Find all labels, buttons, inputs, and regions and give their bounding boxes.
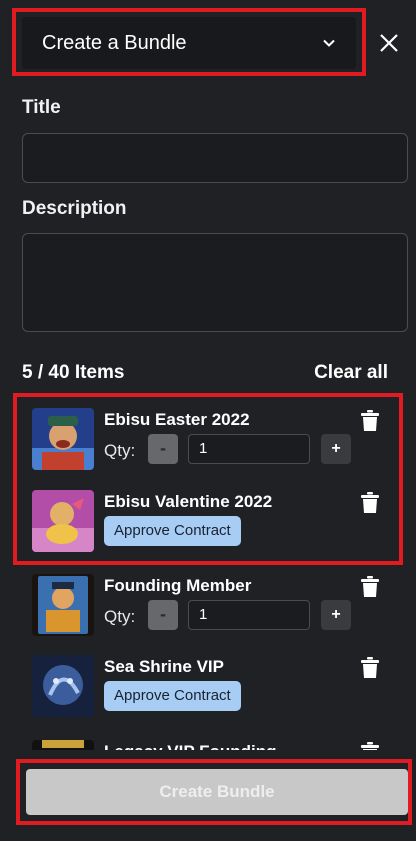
item-name: Legacy VIP Founding <box>104 742 277 750</box>
list-item: Legacy VIP Founding <box>0 740 416 750</box>
item-name: Founding Member <box>104 576 252 595</box>
bundle-mode-label: Create a Bundle <box>42 31 187 54</box>
increase-qty-button[interactable]: + <box>321 600 351 630</box>
title-label: Title <box>22 97 61 118</box>
list-item: Founding Member Qty: - 1 + <box>0 574 416 648</box>
qty-input[interactable]: 1 <box>188 600 310 630</box>
trash-icon[interactable] <box>360 492 380 514</box>
chevron-down-icon <box>323 39 335 47</box>
item-count: 5 / 40 Items <box>22 362 125 383</box>
list-item-partial: Legacy VIP Founding <box>0 740 416 750</box>
trash-icon[interactable] <box>360 657 380 679</box>
qty-label: Qty: <box>104 441 136 460</box>
description-textarea[interactable] <box>22 233 408 332</box>
list-item: Ebisu Valentine 2022 Approve Contract <box>0 490 416 564</box>
item-name: Ebisu Easter 2022 <box>104 410 250 429</box>
nft-thumbnail <box>32 408 94 470</box>
list-item: Sea Shrine VIP Approve Contract <box>0 655 416 729</box>
clear-all-button[interactable]: Clear all <box>314 362 388 384</box>
nft-thumbnail <box>32 655 94 717</box>
trash-icon[interactable] <box>360 742 380 750</box>
nft-thumbnail <box>32 740 94 750</box>
list-item: Ebisu Easter 2022 Qty: - 1 + <box>0 408 416 482</box>
create-bundle-button[interactable]: Create Bundle <box>26 769 408 815</box>
bundle-mode-dropdown[interactable]: Create a Bundle <box>22 17 356 69</box>
trash-icon[interactable] <box>360 576 380 598</box>
approve-contract-button[interactable]: Approve Contract <box>104 516 241 546</box>
description-label: Description <box>22 198 127 219</box>
item-name: Sea Shrine VIP <box>104 657 224 676</box>
increase-qty-button[interactable]: + <box>321 434 351 464</box>
approve-contract-button[interactable]: Approve Contract <box>104 681 241 711</box>
trash-icon[interactable] <box>360 410 380 432</box>
title-input[interactable] <box>22 133 408 183</box>
qty-label: Qty: <box>104 607 136 626</box>
nft-thumbnail <box>32 490 94 552</box>
qty-input[interactable]: 1 <box>188 434 310 464</box>
nft-thumbnail <box>32 574 94 636</box>
decrease-qty-button[interactable]: - <box>148 434 178 464</box>
decrease-qty-button[interactable]: - <box>148 600 178 630</box>
close-icon[interactable] <box>376 30 402 56</box>
item-name: Ebisu Valentine 2022 <box>104 492 273 511</box>
